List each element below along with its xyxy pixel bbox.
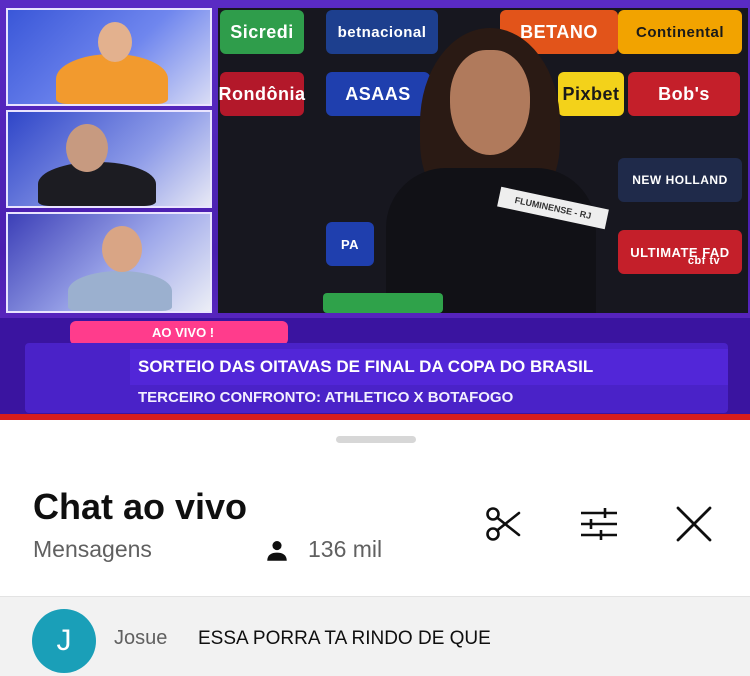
chat-message[interactable]: J Josue ESSA PORRA TA RINDO DE QUE: [0, 597, 750, 676]
camera-feed-3: [6, 212, 212, 313]
drag-handle[interactable]: [336, 436, 416, 443]
video-player[interactable]: Sicredi betnacional BETANO Continental R…: [0, 0, 750, 420]
ticker-headline: SORTEIO DAS OITAVAS DE FINAL DA COPA DO …: [130, 349, 728, 385]
host-body: [386, 168, 596, 313]
person-icon: [267, 541, 287, 561]
camera-feed-1: [6, 8, 212, 106]
chat-title: Chat ao vivo: [33, 486, 248, 527]
chat-mode-selector[interactable]: Mensagens: [33, 536, 152, 563]
live-badge: AO VIVO !: [70, 321, 288, 345]
draw-host: [368, 28, 628, 313]
avatar[interactable]: J: [32, 609, 96, 673]
sponsor-logo: Sicredi: [220, 10, 304, 54]
sponsor-logo: Continental: [618, 10, 742, 54]
presenter-head: [98, 22, 132, 62]
message-author[interactable]: Josue: [114, 627, 167, 650]
live-chat-sheet: Chat ao vivo Mensagens 136 mil J Josue E…: [0, 420, 750, 676]
scissors-icon: [486, 507, 521, 541]
clip-button[interactable]: [481, 502, 525, 546]
close-icon: [676, 506, 712, 542]
sponsor-logo: Bob's: [628, 72, 740, 116]
close-button[interactable]: [672, 502, 716, 546]
host-face: [450, 50, 530, 155]
viewer-count: 136 mil: [308, 536, 383, 562]
ticker-subline: TERCEIRO CONFRONTO: ATHLETICO X BOTAFOGO: [138, 389, 514, 406]
draw-bowl: [323, 293, 443, 313]
studio-cameras: [6, 8, 212, 313]
sponsor-logo: PA: [326, 222, 374, 266]
cbf-tv-logo: cbf tv: [687, 255, 721, 267]
sliders-icon: [581, 508, 617, 540]
sponsor-logo: NEW HOLLAND: [618, 158, 742, 202]
message-text: ESSA PORRA TA RINDO DE QUE: [198, 628, 491, 649]
camera-feed-2: [6, 110, 212, 208]
presenter-figure: [68, 271, 172, 311]
presenter-head: [102, 226, 142, 272]
draw-stage-feed: Sicredi betnacional BETANO Continental R…: [218, 8, 748, 313]
chat-filter-button[interactable]: [577, 502, 621, 546]
presenter-head: [66, 124, 108, 172]
sponsor-logo: Rondônia: [219, 72, 305, 116]
